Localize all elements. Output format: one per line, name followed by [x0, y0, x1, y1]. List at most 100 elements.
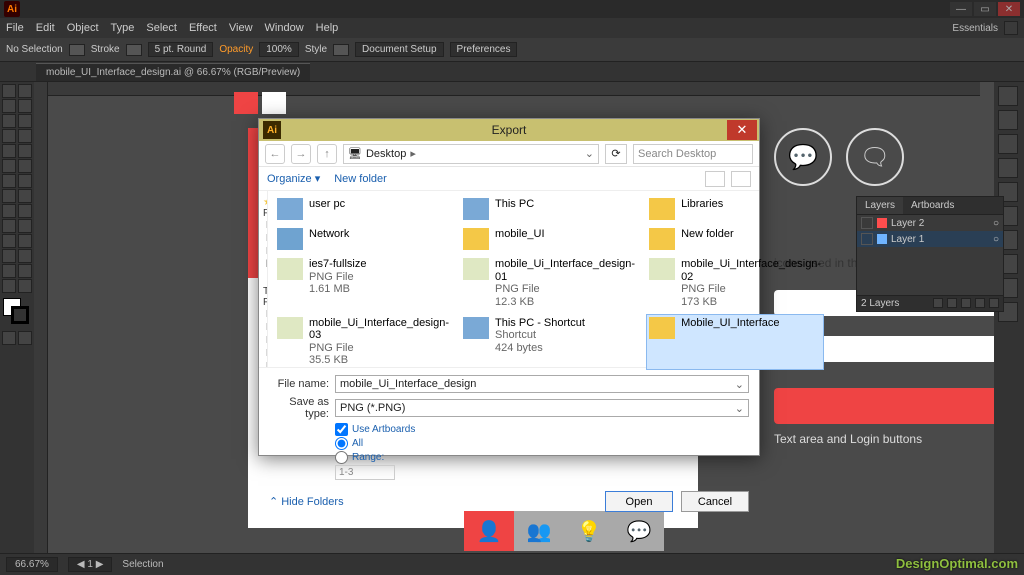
artboard-nav[interactable]: ◀ 1 ▶: [68, 557, 113, 572]
menu-help[interactable]: Help: [316, 22, 339, 34]
nav-back-button[interactable]: ←: [265, 144, 285, 164]
tool-artboard[interactable]: [2, 264, 16, 278]
file-item[interactable]: mobile_Ui_Interface_design-02PNG File173…: [646, 255, 824, 312]
breadcrumb-dropdown-icon[interactable]: ⌄: [585, 147, 594, 160]
minimize-button[interactable]: —: [950, 2, 972, 16]
panel-brushes-icon[interactable]: [998, 134, 1018, 154]
file-item[interactable]: mobile_Ui_Interface_design-01PNG File12.…: [460, 255, 638, 312]
dialog-titlebar[interactable]: Ai Export ✕: [259, 119, 759, 141]
tool-hand[interactable]: [2, 279, 16, 293]
tool-direct-select[interactable]: [18, 84, 32, 98]
maximize-button[interactable]: ▭: [974, 2, 996, 16]
range-input[interactable]: 1-3: [335, 465, 395, 480]
tool-zoom[interactable]: [18, 279, 32, 293]
artboards-tab[interactable]: Artboards: [903, 197, 962, 214]
file-list[interactable]: user pc This PC Libraries Network mobile_UI N…: [268, 191, 830, 367]
workspace-switcher[interactable]: Essentials: [952, 23, 998, 34]
help-button[interactable]: [731, 171, 751, 187]
fill-stroke-control[interactable]: [3, 298, 31, 326]
use-artboards-checkbox[interactable]: Use Artboards: [335, 423, 749, 436]
fill-swatch[interactable]: [69, 44, 85, 56]
tool-rectangle[interactable]: [18, 129, 32, 143]
doc-setup-button[interactable]: Document Setup: [355, 42, 444, 57]
opacity-label[interactable]: Opacity: [219, 44, 253, 55]
nav-up-button[interactable]: ↑: [317, 144, 337, 164]
preferences-button[interactable]: Preferences: [450, 42, 518, 57]
tool-type[interactable]: [18, 114, 32, 128]
organize-button[interactable]: Organize ▾: [267, 172, 320, 185]
tool-slice[interactable]: [18, 264, 32, 278]
tool-pencil[interactable]: [18, 144, 32, 158]
zoom-level[interactable]: 66.67%: [6, 557, 58, 572]
menu-view[interactable]: View: [229, 22, 253, 34]
range-radio[interactable]: Range:: [335, 451, 749, 464]
color-mode[interactable]: [2, 331, 16, 345]
opacity-field[interactable]: 100%: [259, 42, 299, 57]
tool-free[interactable]: [18, 189, 32, 203]
menu-effect[interactable]: Effect: [189, 22, 217, 34]
menu-edit[interactable]: Edit: [36, 22, 55, 34]
tool-pen[interactable]: [2, 114, 16, 128]
file-item[interactable]: Libraries: [646, 195, 824, 223]
tool-shape[interactable]: [2, 204, 16, 218]
file-item[interactable]: This PC: [460, 195, 638, 223]
layers-panel[interactable]: Layers Artboards Layer 2 ○ Layer 1 ○ 2 L…: [856, 196, 1004, 312]
search-input[interactable]: Search Desktop: [633, 144, 753, 164]
menu-window[interactable]: Window: [265, 22, 304, 34]
document-tab[interactable]: mobile_UI_Interface_design.ai @ 66.67% (…: [36, 63, 310, 81]
close-button[interactable]: ✕: [998, 2, 1020, 16]
file-item[interactable]: mobile_UI: [460, 225, 638, 253]
tool-lasso[interactable]: [18, 99, 32, 113]
all-radio[interactable]: All: [335, 437, 749, 450]
layer-row[interactable]: Layer 2 ○: [857, 215, 1003, 231]
layers-tab[interactable]: Layers: [857, 197, 903, 214]
menu-type[interactable]: Type: [111, 22, 135, 34]
tool-mesh[interactable]: [2, 219, 16, 233]
panel-swatches-icon[interactable]: [998, 110, 1018, 130]
tool-scale[interactable]: [18, 174, 32, 188]
tool-blend[interactable]: [18, 234, 32, 248]
file-item[interactable]: New folder: [646, 225, 824, 253]
search-icon[interactable]: [1004, 21, 1018, 35]
layer-row[interactable]: Layer 1 ○: [857, 231, 1003, 247]
tool-persp[interactable]: [18, 204, 32, 218]
file-item[interactable]: ies7-fullsizePNG File1.61 MB: [274, 255, 452, 312]
tool-eyedrop[interactable]: [2, 234, 16, 248]
visibility-toggle[interactable]: [861, 233, 873, 245]
stroke-swatch[interactable]: [126, 44, 142, 56]
screen-mode[interactable]: [18, 331, 32, 345]
cancel-button[interactable]: Cancel: [681, 491, 749, 512]
type-select[interactable]: PNG (*.PNG)⌄: [335, 399, 749, 417]
tool-rotate[interactable]: [2, 174, 16, 188]
tool-selection[interactable]: [2, 84, 16, 98]
menu-object[interactable]: Object: [67, 22, 99, 34]
breadcrumb[interactable]: 🖥 Desktop ▸ ⌄: [343, 144, 599, 164]
tool-eraser[interactable]: [18, 159, 32, 173]
file-item[interactable]: user pc: [274, 195, 452, 223]
hide-folders-button[interactable]: ⌃Hide Folders: [269, 495, 344, 508]
file-item[interactable]: This PC - ShortcutShortcut424 bytes: [460, 314, 638, 371]
open-button[interactable]: Open: [605, 491, 673, 512]
menu-select[interactable]: Select: [146, 22, 177, 34]
stroke-weight-field[interactable]: 5 pt. Round: [148, 42, 214, 57]
visibility-toggle[interactable]: [861, 217, 873, 229]
new-folder-button[interactable]: New folder: [334, 173, 387, 185]
menu-file[interactable]: File: [6, 22, 24, 34]
panel-color-icon[interactable]: [998, 86, 1018, 106]
view-mode-button[interactable]: [705, 171, 725, 187]
panel-symbols-icon[interactable]: [998, 158, 1018, 178]
filename-input[interactable]: mobile_Ui_Interface_design⌄: [335, 375, 749, 393]
tool-symbol[interactable]: [2, 249, 16, 263]
tool-brush[interactable]: [2, 144, 16, 158]
style-swatch[interactable]: [333, 44, 349, 56]
file-item[interactable]: mobile_Ui_Interface_design-03PNG File35.…: [274, 314, 452, 371]
file-item[interactable]: Mobile_UI_Interface: [646, 314, 824, 371]
refresh-button[interactable]: ⟳: [605, 144, 627, 164]
tool-line[interactable]: [2, 129, 16, 143]
tool-blob[interactable]: [2, 159, 16, 173]
nav-forward-button[interactable]: →: [291, 144, 311, 164]
tool-graph[interactable]: [18, 249, 32, 263]
file-item[interactable]: Network: [274, 225, 452, 253]
tool-width[interactable]: [2, 189, 16, 203]
tool-gradient[interactable]: [18, 219, 32, 233]
